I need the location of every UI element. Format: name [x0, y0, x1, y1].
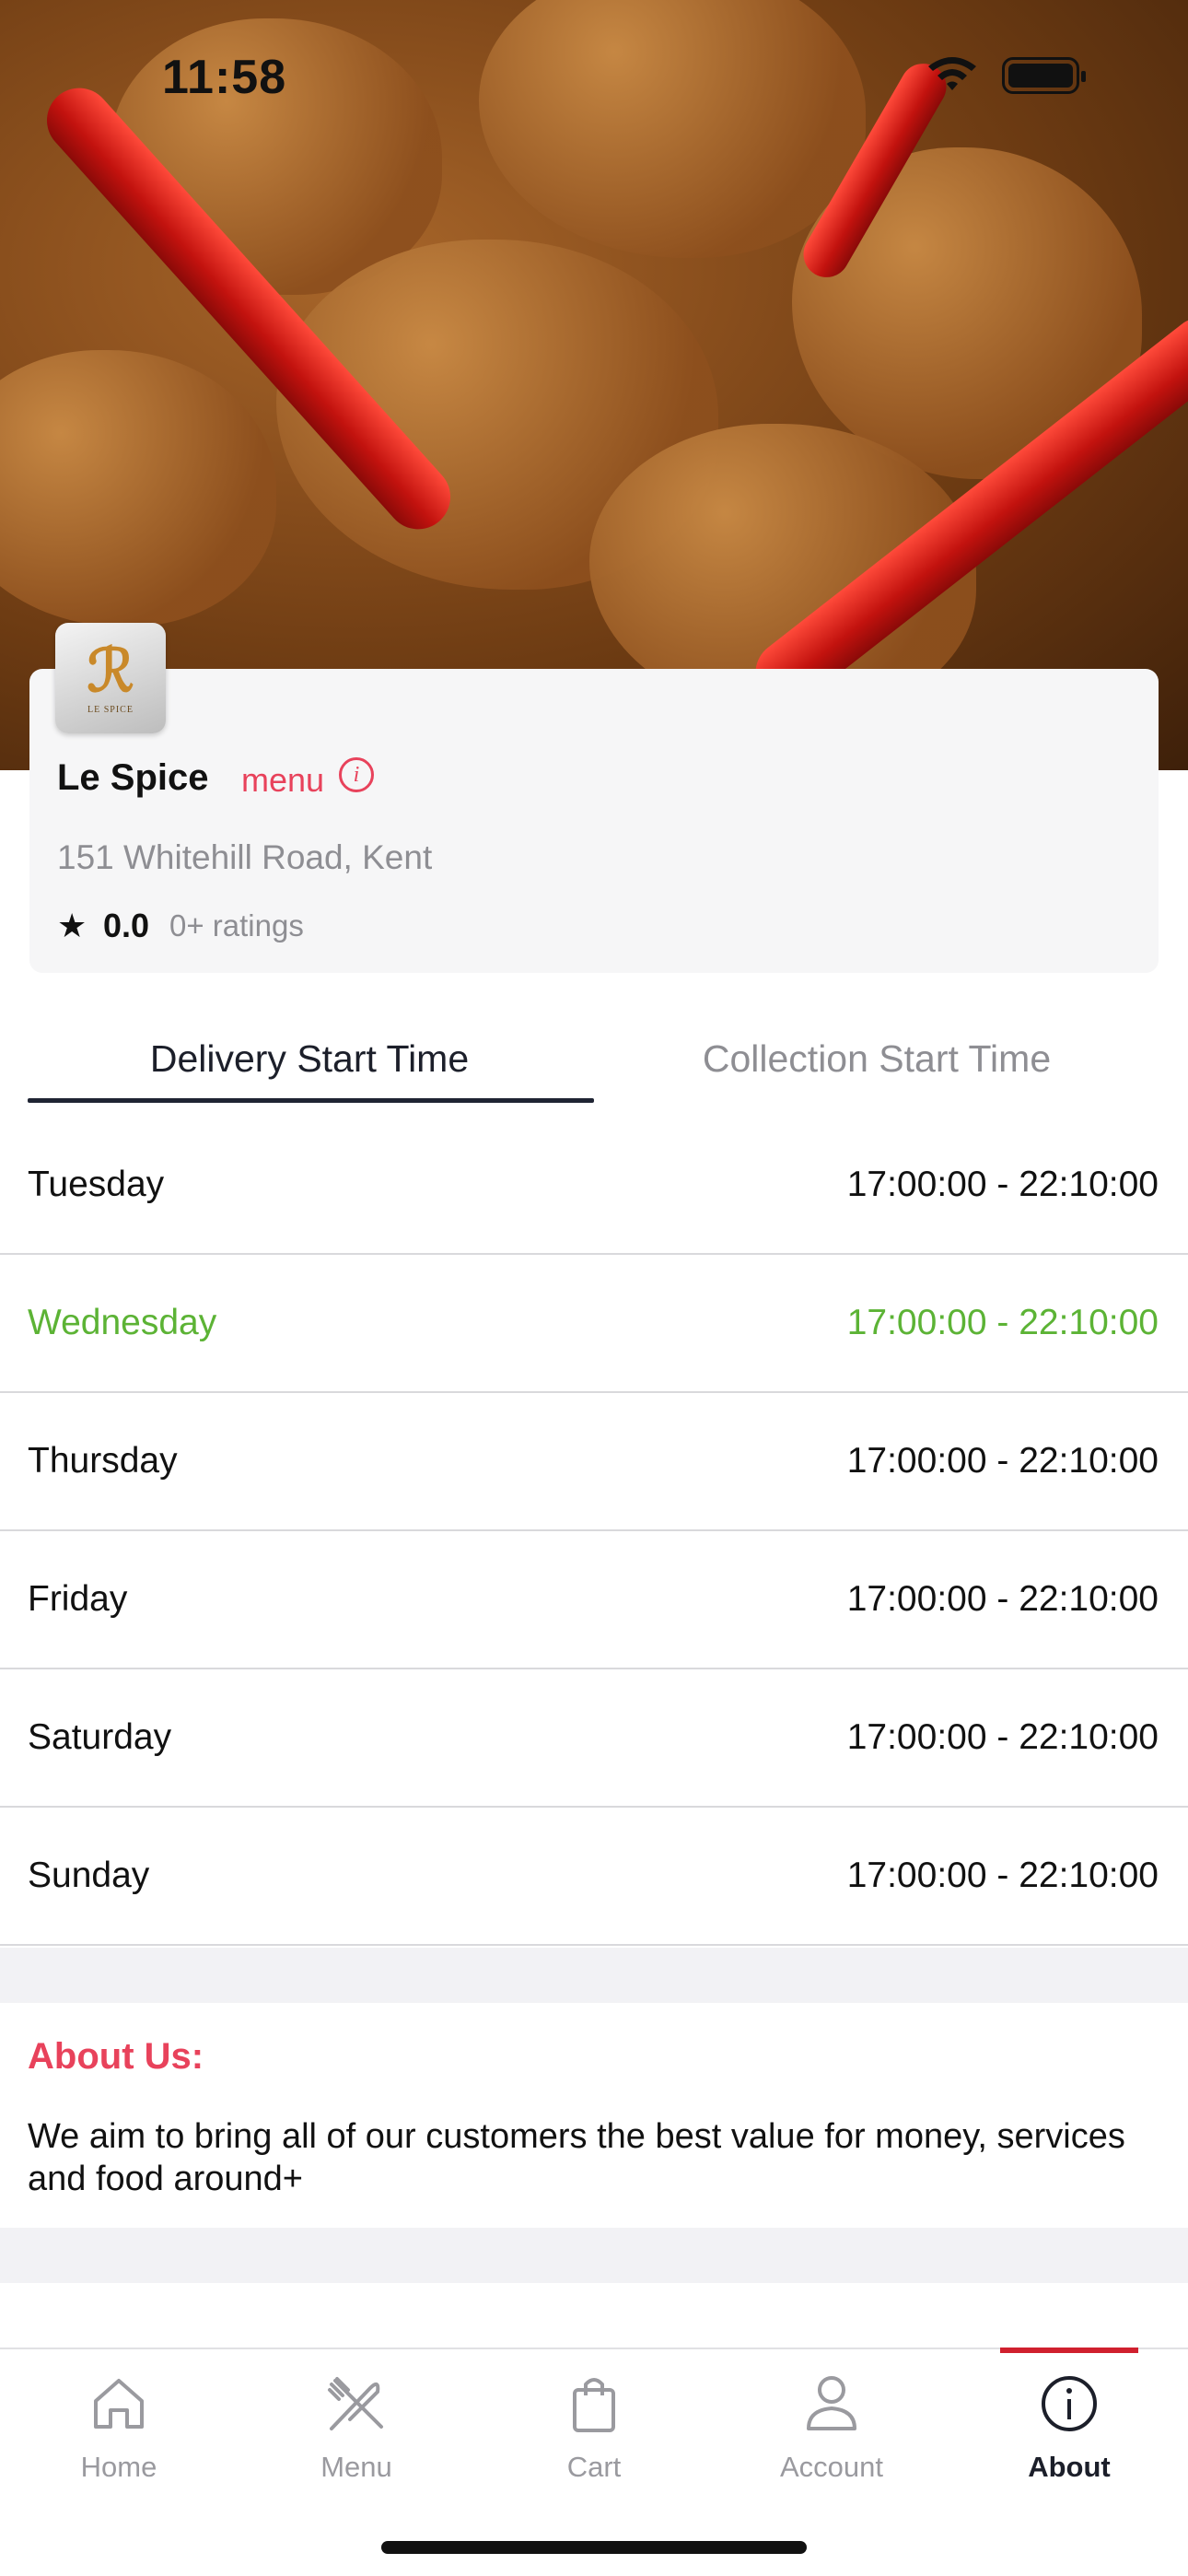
- home-indicator: [381, 2541, 807, 2554]
- info-circle-icon: [1042, 2376, 1097, 2431]
- wifi-icon: [928, 57, 976, 90]
- restaurant-address: 151 Whitehill Road, Kent: [57, 838, 433, 876]
- info-icon[interactable]: i: [339, 757, 374, 792]
- rating-count: 0+ ratings: [169, 908, 304, 943]
- about-text: We aim to bring all of our customers the…: [28, 2117, 1125, 2198]
- about-title: About Us:: [28, 2036, 204, 2077]
- star-icon: ★: [57, 907, 87, 944]
- schedule-day: Sunday: [28, 1856, 150, 1895]
- schedule-day: Tuesday: [28, 1165, 165, 1204]
- schedule-time: 17:00:00 - 22:10:00: [846, 1579, 1159, 1619]
- active-tab-underline: [28, 1098, 594, 1103]
- schedule-time: 17:00:00 - 22:10:00: [846, 1717, 1159, 1757]
- schedule-time: 17:00:00 - 22:10:00: [846, 1441, 1159, 1481]
- schedule-day: Wednesday: [28, 1303, 217, 1342]
- schedule-day: Saturday: [28, 1717, 172, 1757]
- hero-image: [0, 0, 1188, 770]
- bag-icon: [573, 2378, 615, 2432]
- schedule-row: Friday 17:00:00 - 22:10:00: [0, 1531, 1188, 1669]
- menu-link[interactable]: menu: [241, 761, 324, 800]
- schedule-row-today: Wednesday 17:00:00 - 22:10:00: [0, 1255, 1188, 1393]
- schedule-row: Tuesday 17:00:00 - 22:10:00: [0, 1117, 1188, 1255]
- section-divider: [0, 1948, 1188, 2003]
- status-indicators: [926, 57, 1086, 94]
- tab-home[interactable]: Home: [0, 2349, 238, 2515]
- person-icon: [807, 2376, 856, 2430]
- fork-knife-icon: [328, 2377, 383, 2430]
- rating-value: 0.0: [103, 907, 150, 944]
- schedule-day: Thursday: [28, 1441, 178, 1481]
- tab-delivery-start-time[interactable]: Delivery Start Time: [28, 1037, 591, 1081]
- status-time: 11:58: [162, 51, 287, 104]
- tab-about[interactable]: About: [950, 2349, 1188, 2515]
- battery-icon: [1002, 57, 1086, 94]
- schedule-row: Thursday 17:00:00 - 22:10:00: [0, 1393, 1188, 1531]
- schedule-time: 17:00:00 - 22:10:00: [846, 1165, 1159, 1204]
- schedule-time: 17:00:00 - 22:10:00: [846, 1856, 1159, 1895]
- schedule-row: Sunday 17:00:00 - 22:10:00: [0, 1808, 1188, 1946]
- tab-collection-start-time[interactable]: Collection Start Time: [595, 1037, 1159, 1081]
- section-divider: [0, 2228, 1188, 2283]
- schedule-day: Friday: [28, 1579, 128, 1619]
- schedule-row: Saturday 17:00:00 - 22:10:00: [0, 1669, 1188, 1808]
- restaurant-name: Le Spice: [57, 757, 209, 798]
- restaurant-logo: ℛ LE SPICE: [55, 623, 166, 733]
- tab-cart[interactable]: Cart: [475, 2349, 713, 2515]
- home-icon: [94, 2379, 144, 2429]
- tab-menu[interactable]: Menu: [238, 2349, 475, 2515]
- tab-account[interactable]: Account: [713, 2349, 950, 2515]
- schedule-time: 17:00:00 - 22:10:00: [846, 1303, 1159, 1342]
